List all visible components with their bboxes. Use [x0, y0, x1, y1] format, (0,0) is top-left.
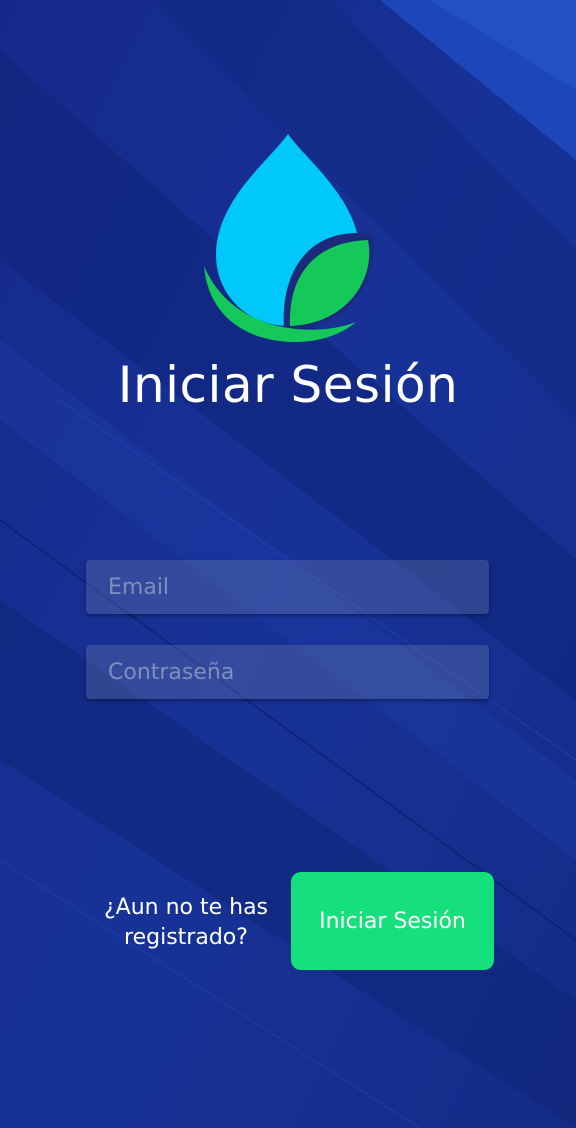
email-input[interactable]	[86, 560, 489, 614]
register-link[interactable]: ¿Aun no te has registrado?	[86, 893, 286, 953]
login-button[interactable]: Iniciar Sesión	[291, 872, 494, 970]
page-title: Iniciar Sesión	[117, 356, 459, 414]
login-screen: Iniciar Sesión ¿Aun no te has registrado…	[0, 0, 576, 1128]
password-input[interactable]	[86, 645, 489, 699]
water-drop-leaf-logo	[204, 134, 374, 342]
